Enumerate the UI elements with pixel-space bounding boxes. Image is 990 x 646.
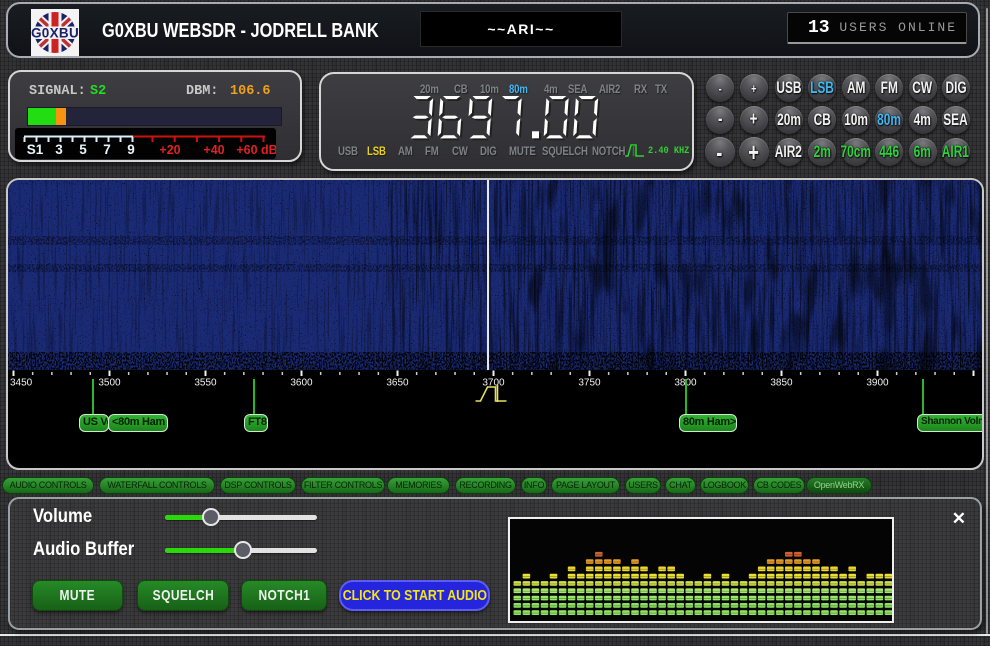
svg-text:+60 dB: +60 dB	[236, 143, 276, 157]
svg-text:3: 3	[55, 142, 63, 157]
svg-text:S1: S1	[27, 142, 44, 157]
svg-text:9: 9	[127, 142, 135, 157]
svg-text:5: 5	[79, 142, 87, 157]
svg-text:+40: +40	[203, 143, 224, 157]
svg-text:G0XBU: G0XBU	[31, 26, 79, 41]
svg-text:7: 7	[103, 142, 111, 157]
svg-text:+20: +20	[159, 143, 180, 157]
